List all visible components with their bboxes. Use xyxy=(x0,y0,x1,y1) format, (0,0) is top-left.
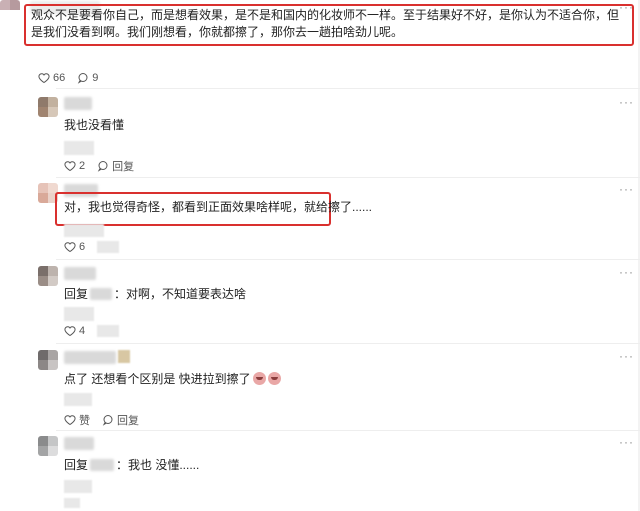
blurred-meta xyxy=(64,141,94,155)
like-count: 2 xyxy=(79,160,86,172)
reply-button[interactable]: 回复 xyxy=(97,158,134,174)
more-dots-icon[interactable]: ··· xyxy=(619,265,634,279)
comment-text: 回复 ：我也 没懂...... xyxy=(64,457,199,474)
heart-outline-icon xyxy=(64,326,76,337)
reply-body: ：对啊，不知道要表达啥 xyxy=(114,287,247,301)
reply-body: ：我也 没懂...... xyxy=(116,458,200,472)
blurred-actions xyxy=(64,498,80,508)
username-blurred[interactable] xyxy=(64,267,96,280)
reply-label: 回复 xyxy=(117,415,139,427)
like-button[interactable]: 2 xyxy=(64,160,85,172)
more-dots-icon[interactable]: ··· xyxy=(619,95,634,109)
like-count: 4 xyxy=(79,325,86,337)
mentioned-user-blurred[interactable] xyxy=(90,459,115,471)
avatar[interactable] xyxy=(0,0,20,14)
comment-text: 回复 ：对啊，不知道要表达啥 xyxy=(64,286,246,303)
heart-outline-icon xyxy=(64,161,76,172)
avatar[interactable] xyxy=(38,350,58,370)
more-dots-icon[interactable]: ··· xyxy=(619,349,634,363)
divider xyxy=(56,343,640,344)
like-count: 6 xyxy=(79,241,86,253)
blurred-reply xyxy=(97,325,120,337)
comment-actions: 赞 回复 xyxy=(64,412,151,428)
speech-bubble-icon xyxy=(102,415,113,426)
like-button[interactable]: 4 xyxy=(64,325,85,337)
like-button[interactable]: 6 xyxy=(64,241,85,253)
username-blurred[interactable] xyxy=(64,351,116,364)
like-label: 赞 xyxy=(79,415,90,427)
more-dots-icon[interactable]: ··· xyxy=(619,182,634,196)
comment-actions: 66 9 xyxy=(38,72,110,84)
username-blurred[interactable] xyxy=(64,97,92,110)
like-count: 66 xyxy=(53,72,66,84)
reply-button[interactable]: 回复 xyxy=(102,412,139,428)
user-badge xyxy=(118,350,130,363)
reply-prefix: 回复 xyxy=(64,287,89,301)
divider xyxy=(56,259,640,260)
reply-count: 9 xyxy=(92,72,99,84)
divider xyxy=(56,88,640,89)
like-button[interactable]: 赞 xyxy=(64,412,90,428)
blush-face-emoji-icon xyxy=(252,372,266,385)
like-button[interactable]: 66 xyxy=(38,72,65,84)
divider xyxy=(56,430,640,431)
comment-text: 点了 还想看个区别是 快进拉到擦了 xyxy=(64,371,281,388)
divider xyxy=(56,177,640,178)
comment-actions: 2 回复 xyxy=(64,158,146,174)
speech-bubble-icon xyxy=(78,73,88,84)
comment-actions: 6 xyxy=(64,241,120,253)
comment-text: 对，我也觉得奇怪，都看到正面效果啥样呢，就给擦了...... xyxy=(64,200,373,214)
username-blurred[interactable] xyxy=(64,437,94,450)
avatar[interactable] xyxy=(38,266,58,286)
blush-face-emoji-icon xyxy=(267,372,281,385)
heart-outline-icon xyxy=(38,73,50,84)
comment-text: 我也没看懂 xyxy=(64,118,125,132)
comment-body: 点了 还想看个区别是 快进拉到擦了 xyxy=(64,372,251,386)
comment-text: 观众不是要看你自己，而是想看效果，是不是和国内的化妆师不一样。至于结果好不好，是… xyxy=(31,8,620,39)
blurred-meta xyxy=(64,393,92,406)
speech-bubble-icon xyxy=(97,161,108,172)
heart-outline-icon xyxy=(64,415,76,426)
reply-label: 回复 xyxy=(112,161,135,173)
reply-button[interactable]: 9 xyxy=(77,72,98,84)
avatar[interactable] xyxy=(38,436,58,456)
blurred-meta xyxy=(64,307,94,321)
heart-outline-icon xyxy=(64,242,76,253)
mentioned-user-blurred[interactable] xyxy=(90,288,113,300)
blurred-meta xyxy=(64,480,92,493)
comment-actions: 4 xyxy=(64,325,120,337)
reply-prefix: 回复 xyxy=(64,458,89,472)
blurred-reply xyxy=(97,241,120,253)
more-dots-icon[interactable]: ··· xyxy=(619,435,634,449)
avatar[interactable] xyxy=(38,97,58,117)
blurred-meta xyxy=(64,224,104,237)
